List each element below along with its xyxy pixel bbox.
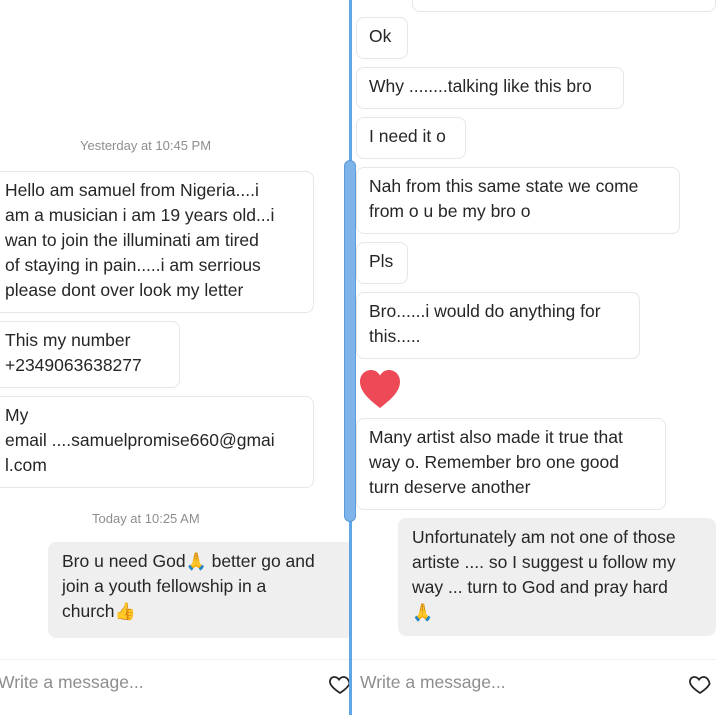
message-line: I need it o (369, 126, 446, 146)
message-line: artiste .... so I suggest u follow my (412, 552, 676, 572)
message-composer[interactable]: Write a message... (352, 659, 716, 703)
timestamp-today: Today at 10:25 AM (92, 511, 200, 526)
message-bubble[interactable]: This my number +2349063638277 (0, 321, 180, 388)
outgoing-message-bubble[interactable]: Unfortunately am not one of those artist… (398, 518, 716, 636)
praying-hands-icon: 🙏 (185, 552, 207, 571)
message-line: Unfortunately am not one of those (412, 527, 676, 547)
outgoing-message-bubble[interactable]: Bro u need God🙏 better go and join a you… (48, 542, 349, 638)
left-chat-panel: Yesterday at 10:45 PM Hello am samuel fr… (0, 0, 349, 715)
message-line: l.com (5, 455, 47, 475)
message-line: am a musician i am 19 years old...i (5, 205, 275, 225)
message-line: Nah from this same state we come (369, 176, 639, 196)
message-line: Ok (369, 26, 392, 46)
thumbs-up-icon: 👍 (114, 602, 136, 621)
message-bubble[interactable]: I need it o (356, 117, 466, 159)
message-line: +2349063638277 (5, 355, 142, 375)
message-line: way ... turn to God and pray hard (412, 577, 668, 597)
message-line: church👍 (62, 601, 136, 621)
scrollbar-thumb[interactable] (344, 160, 356, 522)
message-bubble[interactable]: My email ....samuelpromise660@gmai l.com (0, 396, 314, 488)
message-line: Many artist also made it true that (369, 427, 623, 447)
message-line: Why ........talking like this bro (369, 76, 592, 96)
right-chat-panel: Ok Why ........talking like this bro I n… (352, 0, 716, 715)
message-line: My (5, 405, 29, 425)
message-line: Hello am samuel from Nigeria....i (5, 180, 259, 200)
message-line: This my number (5, 330, 131, 350)
message-bubble[interactable]: Hello am samuel from Nigeria....i am a m… (0, 171, 314, 313)
message-bubble[interactable]: Ok (356, 17, 408, 59)
message-input[interactable]: Write a message... (0, 672, 144, 693)
message-bubble[interactable]: Why ........talking like this bro (356, 67, 624, 109)
heart-outline-icon[interactable] (328, 672, 349, 696)
message-line: email ....samuelpromise660@gmai (5, 430, 275, 450)
message-input[interactable]: Write a message... (360, 672, 506, 693)
message-bubble[interactable]: Bro......i would do anything for this...… (356, 292, 640, 359)
heart-icon (360, 370, 400, 408)
message-line: Bro u need God🙏 better go and (62, 551, 315, 571)
message-bubble[interactable]: Nah from this same state we come from o … (356, 167, 680, 234)
message-line: 🙏 (412, 600, 703, 625)
praying-hands-icon: 🙏 (412, 603, 434, 622)
message-bubble[interactable]: Many artist also made it true that way o… (356, 418, 666, 510)
message-line: please dont over look my letter (5, 280, 244, 300)
message-line: of staying in pain.....i am serrious (5, 255, 261, 275)
message-line: join a youth fellowship in a (62, 576, 267, 596)
message-line: turn deserve another (369, 477, 531, 497)
heart-outline-icon[interactable] (688, 672, 712, 696)
message-line: Pls (369, 251, 394, 271)
message-line: wan to join the illuminati am tired (5, 230, 259, 250)
message-line: way o. Remember bro one good (369, 452, 619, 472)
message-bubble-partial (412, 0, 716, 12)
message-composer[interactable]: Write a message... (0, 659, 349, 703)
message-line: Bro......i would do anything for (369, 301, 601, 321)
message-bubble[interactable]: Pls (356, 242, 408, 284)
message-line: from o u be my bro o (369, 201, 531, 221)
message-line: this..... (369, 326, 421, 346)
timestamp-yesterday: Yesterday at 10:45 PM (80, 138, 212, 153)
